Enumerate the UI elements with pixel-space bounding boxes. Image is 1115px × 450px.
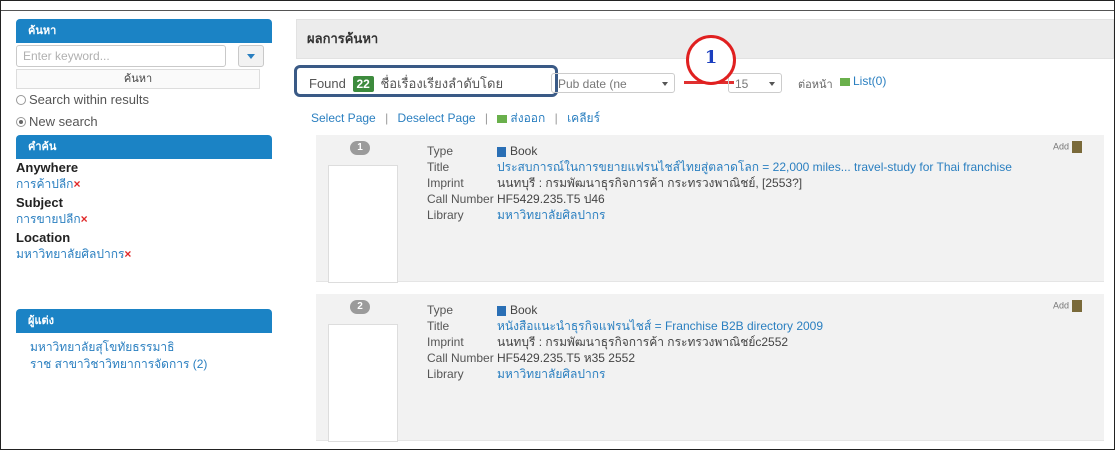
radio-label: Search within results <box>29 92 149 107</box>
title-link[interactable]: หนังสือแนะนำธุรกิจแฟรนไชส์ = Franchise B… <box>497 318 823 334</box>
radio-label: New search <box>29 114 98 129</box>
clear-link[interactable]: เคลียร์ <box>567 111 600 125</box>
result-number: 1 <box>350 141 370 155</box>
sort-label: เรียงลำดับโดย <box>422 76 504 91</box>
field-label: Type <box>427 144 454 158</box>
facet-row: การขายปลีก× <box>16 210 272 229</box>
add-button[interactable]: Add <box>1053 300 1082 312</box>
field-label: Title <box>427 160 450 174</box>
facet-label: Anywhere <box>16 160 79 175</box>
found-suffix: ชื่อเรื่อง <box>380 76 423 91</box>
facet-value[interactable]: การขายปลีก <box>16 212 81 226</box>
add-to-list-icon <box>1072 141 1082 153</box>
select-page-link[interactable]: Select Page <box>311 111 376 125</box>
result-item: 1 Type Book Title ประสบการณ์ในการขยายแฟรนไ… <box>316 135 1104 283</box>
radio-icon[interactable] <box>16 94 26 105</box>
result-number: 2 <box>350 300 370 314</box>
imprint-value: นนทบุรี : กรมพัฒนาธุรกิจการค้า กระทรวงพา… <box>497 335 789 349</box>
found-count-badge: 22 <box>352 76 374 92</box>
list-link[interactable]: List(0) <box>840 74 886 88</box>
sort-select[interactable]: Pub date (ne <box>551 73 675 93</box>
field-label: Call Number <box>427 351 494 365</box>
search-button[interactable]: ค้นหา <box>16 69 260 89</box>
search-input[interactable] <box>16 45 226 67</box>
chevron-down-icon <box>662 82 668 86</box>
page-size-value: 15 <box>735 77 749 91</box>
author-header: ผู้แต่ง <box>16 309 272 333</box>
chevron-down-icon <box>769 82 775 86</box>
search-row <box>16 45 272 67</box>
remove-x-icon[interactable]: × <box>124 247 131 261</box>
facet-value[interactable]: มหาวิทยาลัยศิลปากร <box>16 247 124 261</box>
facet-anywhere: Anywhere การค้าปลีก× <box>16 160 272 194</box>
facet-location: Location มหาวิทยาลัยศิลปากร× <box>16 230 272 264</box>
separator: | <box>385 111 389 125</box>
facet-value[interactable]: การค้าปลีก <box>16 177 73 191</box>
author-item[interactable]: ราช สาขาวิชาวิทยาการจัดการ (2) <box>30 356 272 373</box>
title-link[interactable]: ประสบการณ์ในการขยายแฟรนไชส์ไทยสู่ตลาดโลก… <box>497 159 1012 175</box>
library-link[interactable]: มหาวิทยาลัยศิลปากร <box>497 207 605 223</box>
type-value: Book <box>497 143 537 159</box>
top-strip <box>1 1 1114 11</box>
export-icon <box>497 114 508 123</box>
found-text: Found 22 ชื่อเรื่องเรียงลำดับโดย <box>309 73 503 94</box>
search-dropdown-button[interactable] <box>238 45 264 67</box>
result-fields: Type Book Title ประสบการณ์ในการขยายแฟรนไชส… <box>427 143 1087 223</box>
field-label: Library <box>427 208 464 222</box>
field-label: Imprint <box>427 176 464 190</box>
deselect-page-link[interactable]: Deselect Page <box>398 111 476 125</box>
result-item: 2 Type Book Title หนังสือแนะนำธุรกิจแฟรนไช… <box>316 294 1104 442</box>
separator: | <box>484 111 489 125</box>
separator: | <box>554 111 558 125</box>
facet-subject: Subject การขายปลีก× <box>16 195 272 229</box>
field-label: Imprint <box>427 335 464 349</box>
list-label: List(0) <box>853 74 887 88</box>
keywords-header: คำค้น <box>16 135 272 159</box>
facet-label: Location <box>16 230 71 245</box>
per-page-label: ต่อหน้า <box>798 79 833 91</box>
search-header: ค้นหา <box>16 19 272 43</box>
window-frame: ค้นหา ค้นหา Search within results New se… <box>0 0 1115 450</box>
author-list: มหาวิทยาลัยสุโขทัยธรรมาธิ ราช สาขาวิชาวิ… <box>16 333 272 373</box>
book-cover[interactable] <box>328 324 398 442</box>
add-button[interactable]: Add <box>1053 141 1082 153</box>
field-label: Title <box>427 319 450 333</box>
add-to-list-icon <box>1072 300 1082 312</box>
radio-search-within[interactable]: Search within results <box>16 89 272 111</box>
type-value: Book <box>497 302 537 318</box>
page-size-select[interactable]: 15 <box>728 73 782 93</box>
radio-new-search[interactable]: New search <box>16 111 272 133</box>
call-number-value: HF5429.235.T5 ป46 <box>497 192 605 206</box>
list-icon <box>840 77 850 86</box>
sidebar: ค้นหา ค้นหา Search within results New se… <box>16 19 272 449</box>
field-label: Library <box>427 367 464 381</box>
radio-checked-icon[interactable] <box>16 116 26 127</box>
book-icon <box>497 305 506 316</box>
call-number-value: HF5429.235.T5 ห35 2552 <box>497 351 636 365</box>
callout-number-badge: 1 <box>686 35 736 85</box>
found-bar: Found 22 ชื่อเรื่องเรียงลำดับโดย Pub dat… <box>294 35 1114 101</box>
library-link[interactable]: มหาวิทยาลัยศิลปากร <box>497 366 605 382</box>
book-cover[interactable] <box>328 165 398 283</box>
author-facet: ผู้แต่ง มหาวิทยาลัยสุโขทัยธรรมาธิ ราช สา… <box>16 309 272 373</box>
field-label: Call Number <box>427 192 494 206</box>
remove-x-icon[interactable]: × <box>81 212 88 226</box>
callout-number: 1 <box>704 47 718 68</box>
found-label: Found <box>309 76 346 91</box>
author-item[interactable]: มหาวิทยาลัยสุโขทัยธรรมาธิ <box>30 339 272 356</box>
results-panel: ผลการค้นหา Found 22 ชื่อเรื่องเรียงลำดับ… <box>294 19 1114 449</box>
sort-value: Pub date (ne <box>558 77 627 91</box>
result-fields: Type Book Title หนังสือแนะนำธุรกิจแฟรนไชส์… <box>427 302 1087 382</box>
remove-x-icon[interactable]: × <box>73 177 80 191</box>
book-icon <box>497 146 506 157</box>
imprint-value: นนทบุรี : กรมพัฒนาธุรกิจการค้า กระทรวงพา… <box>497 176 803 190</box>
facet-row: มหาวิทยาลัยศิลปากร× <box>16 245 272 264</box>
selection-bar: Select Page | Deselect Page | ส่งออก | เ… <box>296 101 1114 135</box>
export-link[interactable]: ส่งออก <box>497 111 545 125</box>
facet-row: การค้าปลีก× <box>16 175 272 194</box>
facet-label: Subject <box>16 195 63 210</box>
field-label: Type <box>427 303 454 317</box>
